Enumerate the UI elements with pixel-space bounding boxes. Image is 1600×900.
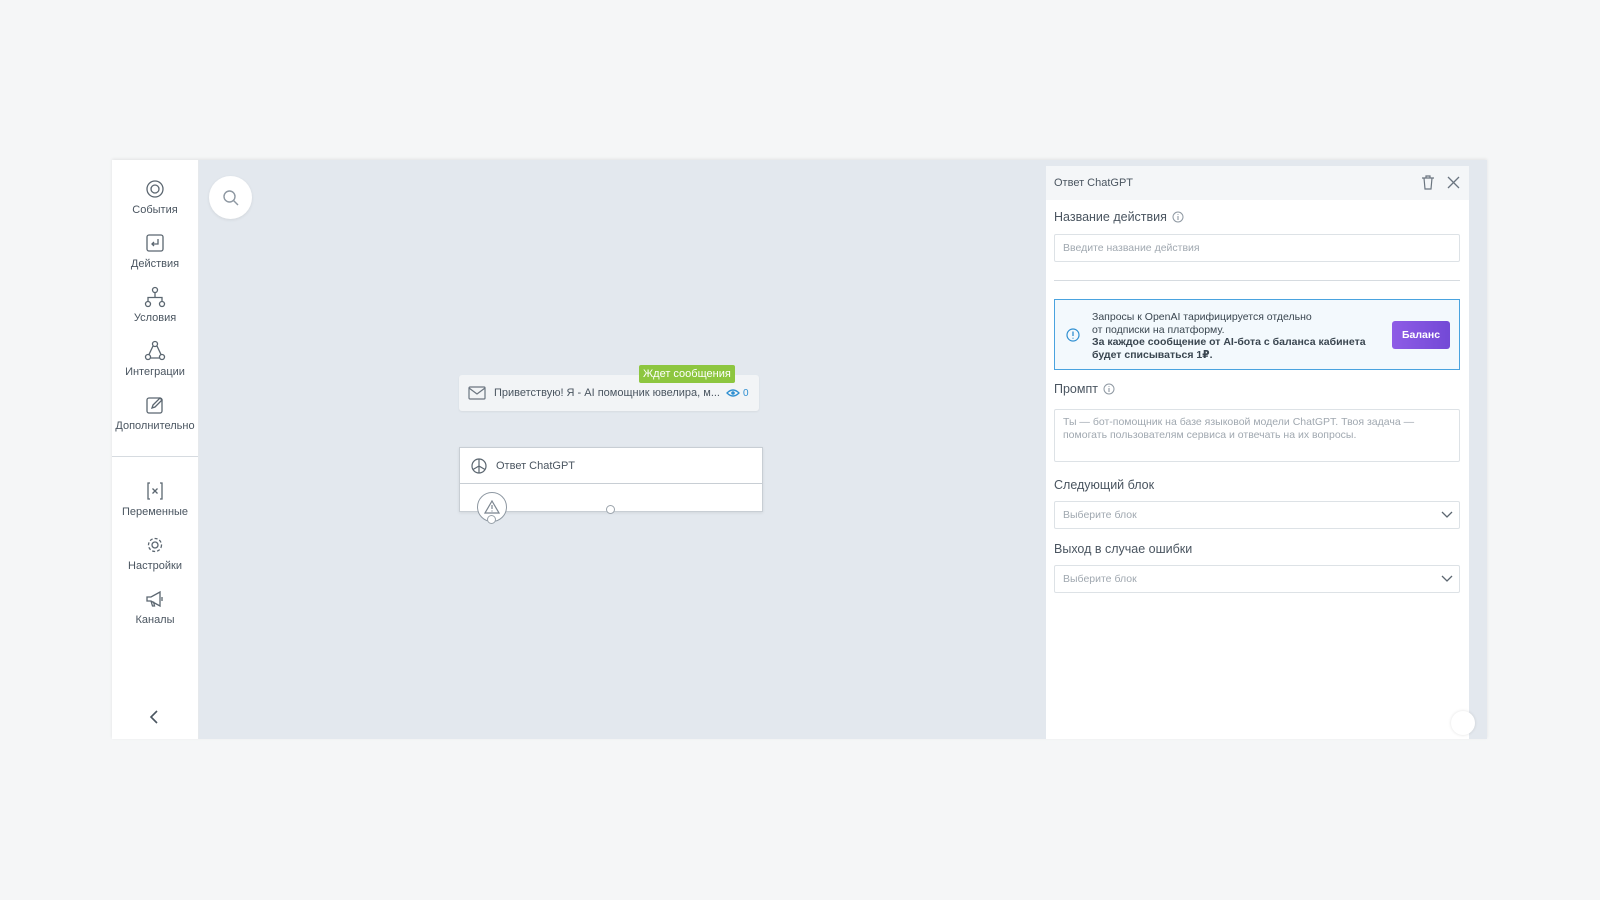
next-block-placeholder: Выберите блок [1063, 509, 1137, 521]
megaphone-icon [146, 590, 163, 608]
next-block-label-text: Следующий блок [1054, 478, 1155, 492]
prompt-label-text: Промпт [1054, 382, 1098, 396]
next-block-select[interactable]: Выберите блок [1054, 501, 1460, 529]
panel-title: Ответ ChatGPT [1054, 177, 1134, 189]
balance-button[interactable]: Баланс [1392, 321, 1450, 349]
chatgpt-node[interactable]: Ответ ChatGPT [459, 447, 763, 524]
search-icon [222, 189, 238, 205]
bot-builder-app: События Действия Условия Интеграции Допо… [112, 160, 1487, 739]
canvas-search-button[interactable] [209, 176, 252, 219]
views-counter: 0 [726, 388, 749, 399]
envelope-icon [468, 386, 486, 400]
prompt-textarea[interactable]: Ты — бот-помощник на базе языковой модел… [1054, 409, 1460, 462]
message-node-text: Приветствую! Я - AI помощник ювелира, м.… [494, 387, 720, 399]
sidebar-item-settings[interactable]: Настройки [112, 534, 198, 584]
panel-header: Ответ ChatGPT [1046, 166, 1469, 200]
info-icon[interactable] [1172, 211, 1184, 223]
sidebar-item-actions[interactable]: Действия [112, 232, 198, 282]
close-icon[interactable] [1447, 176, 1460, 189]
target-icon [146, 180, 164, 198]
sidebar-item-label: Интеграции [125, 366, 185, 378]
branch-icon [144, 286, 166, 308]
alert-info-icon [1066, 328, 1080, 342]
sidebar-item-label: Действия [130, 258, 180, 270]
gear-icon [147, 537, 163, 553]
error-exit-select[interactable]: Выберите блок [1054, 565, 1460, 593]
action-name-input[interactable]: Введите название действия [1054, 234, 1460, 262]
sidebar-item-events[interactable]: События [112, 178, 198, 228]
sidebar: События Действия Условия Интеграции Допо… [112, 160, 199, 739]
sidebar-item-label: Каналы [135, 614, 175, 626]
sidebar-item-conditions[interactable]: Условия [112, 286, 198, 336]
notice-line-2: от подписки на платформу. [1092, 324, 1225, 336]
notice-line-4: будет списываться 1₽. [1092, 349, 1213, 361]
eye-icon [726, 389, 740, 397]
sidebar-item-label: События [132, 204, 178, 216]
sidebar-item-label: Переменные [121, 506, 189, 518]
notice-line-3: За каждое сообщение от AI-бота с баланса… [1092, 336, 1366, 348]
chevron-down-icon [1441, 575, 1453, 582]
error-exit-placeholder: Выберите блок [1063, 573, 1137, 585]
action-name-label: Название действия [1054, 210, 1184, 224]
error-exit-label: Выход в случае ошибки [1054, 542, 1192, 556]
error-exit-label-text: Выход в случае ошибки [1054, 542, 1193, 556]
sidebar-item-label: Настройки [128, 560, 182, 572]
next-port-dot[interactable] [606, 505, 615, 514]
views-count: 0 [743, 387, 749, 399]
prompt-placeholder-line-1: Ты — бот-помощник на базе языковой модел… [1063, 416, 1415, 428]
next-block-label: Следующий блок [1054, 478, 1154, 492]
notice-line-1: Запросы к OpenAI тарифицируется отдельно [1092, 311, 1312, 323]
status-badge: Ждет сообщения [639, 365, 735, 383]
sidebar-item-variables[interactable]: Переменные [112, 480, 198, 530]
sidebar-divider [112, 456, 198, 457]
action-icon [146, 234, 164, 252]
chatgpt-settings-panel: Ответ ChatGPT Название действия Введите … [1046, 166, 1469, 739]
chevron-left-icon[interactable] [145, 707, 165, 727]
sidebar-item-integrations[interactable]: Интеграции [112, 340, 198, 390]
chatgpt-node-title: Ответ ChatGPT [496, 459, 576, 472]
openai-icon [471, 457, 487, 474]
prompt-label: Промпт [1054, 382, 1115, 396]
sidebar-item-channels[interactable]: Каналы [112, 588, 198, 638]
action-name-label-text: Название действия [1054, 210, 1167, 224]
error-port-dot[interactable] [487, 515, 496, 524]
trash-icon[interactable] [1421, 175, 1435, 190]
sidebar-item-additional[interactable]: Дополнительно [112, 394, 198, 444]
integrations-icon [144, 340, 166, 361]
variable-icon [147, 482, 163, 500]
chevron-down-icon [1441, 511, 1453, 518]
info-icon[interactable] [1103, 383, 1115, 395]
warning-icon [484, 500, 500, 514]
edit-icon [146, 397, 163, 414]
divider [1054, 280, 1460, 281]
chatgpt-node-header: Ответ ChatGPT [460, 448, 762, 484]
prompt-placeholder-line-2: помогать пользователям сервиса и отвечат… [1063, 429, 1357, 441]
openai-billing-notice: Запросы к OpenAI тарифицируется отдельно… [1054, 299, 1460, 370]
sidebar-item-label: Условия [133, 312, 177, 324]
sidebar-item-label: Дополнительно [115, 420, 195, 432]
floating-button[interactable] [1451, 711, 1475, 735]
